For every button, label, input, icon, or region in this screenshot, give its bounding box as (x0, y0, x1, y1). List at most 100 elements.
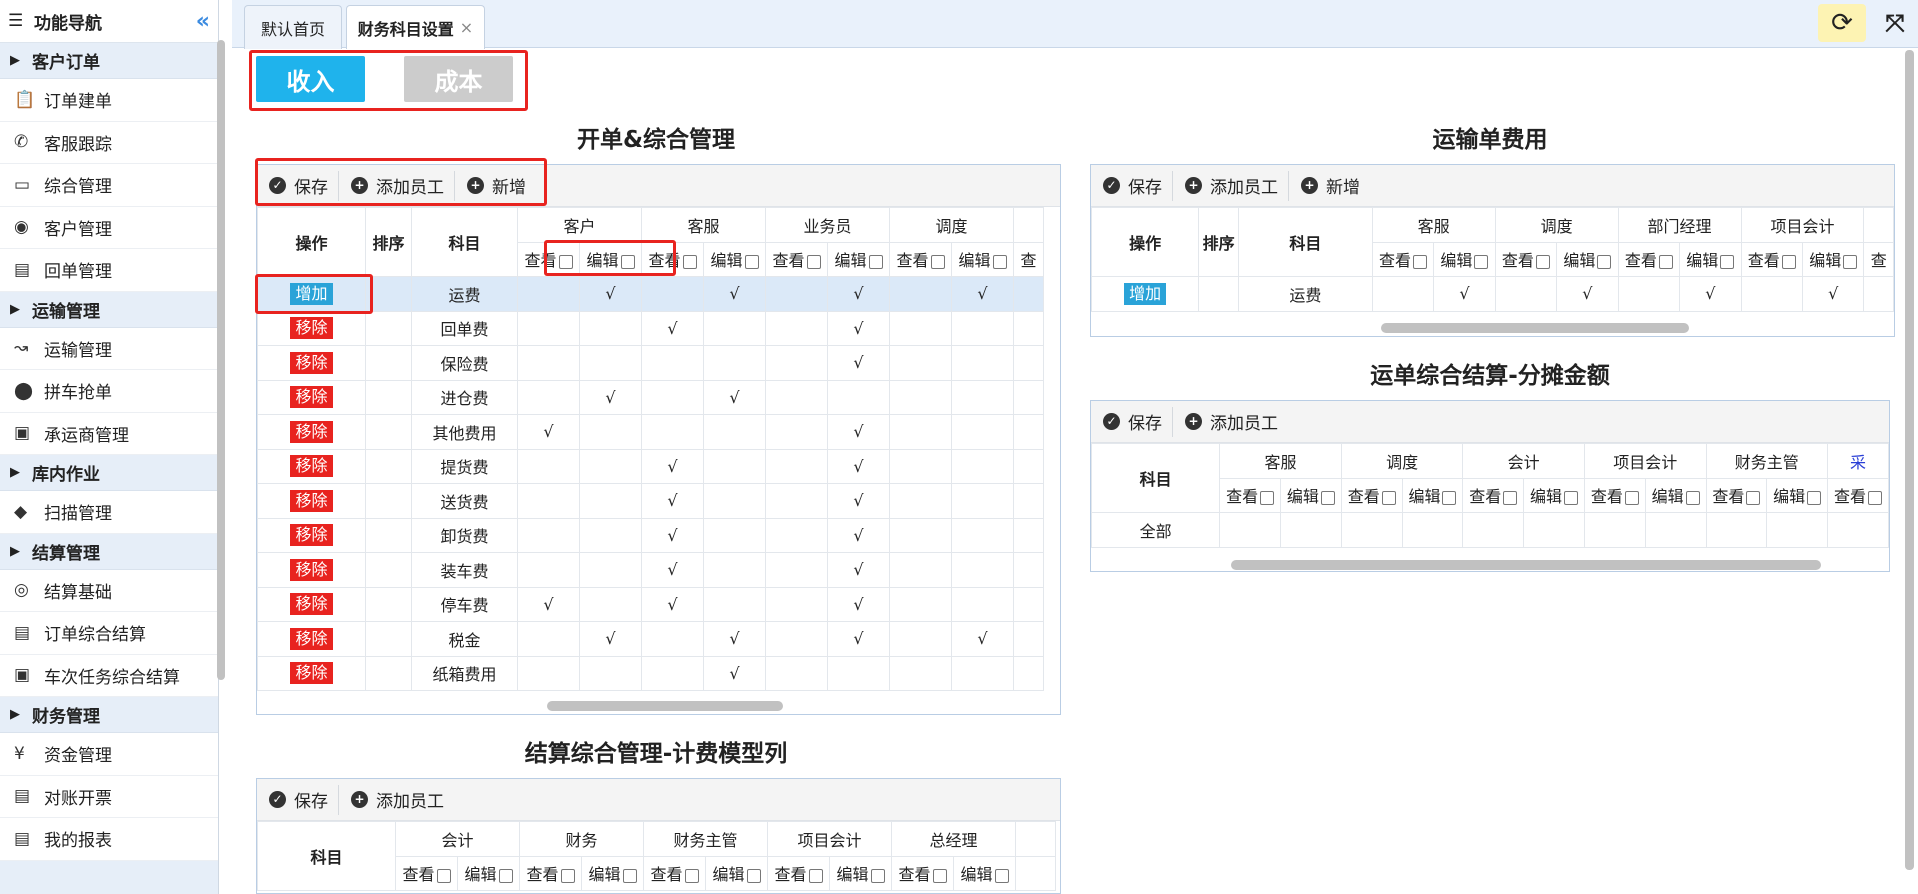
view-cell[interactable] (889, 517, 952, 553)
edit-cell[interactable] (1644, 512, 1707, 548)
view-cell[interactable] (1494, 276, 1558, 312)
table-row[interactable]: 增加 运费 √ √ √ √ (1091, 276, 1894, 312)
view-cell[interactable] (765, 345, 828, 381)
sidebar-item[interactable]: ▤ 回单管理 (0, 249, 218, 292)
sidebar-item[interactable]: ¥ 资金管理 (0, 733, 218, 776)
checkbox[interactable] (498, 868, 513, 883)
sidebar-item[interactable]: ▤ 对账开票 (0, 776, 218, 818)
table-row[interactable]: 移除 卸货费 √ √ (257, 517, 1044, 553)
remove-button[interactable]: 移除 (290, 351, 333, 374)
horizontal-scrollbar[interactable] (1231, 560, 1821, 570)
checkbox[interactable] (1746, 490, 1761, 505)
view-cell[interactable] (517, 448, 580, 484)
order-cell[interactable] (365, 621, 412, 657)
view-cell[interactable] (1371, 276, 1435, 312)
view-cell[interactable] (1219, 512, 1282, 548)
edit-cell[interactable]: √ (579, 276, 642, 312)
edit-cell[interactable] (703, 586, 766, 622)
view-cell[interactable]: √ (641, 310, 704, 346)
view-cell[interactable] (889, 655, 952, 691)
order-cell[interactable] (365, 586, 412, 622)
order-cell[interactable] (365, 414, 412, 450)
view-cell[interactable] (889, 345, 952, 381)
edit-cell[interactable] (827, 655, 890, 691)
view-cell[interactable] (641, 655, 704, 691)
view-cell[interactable] (765, 552, 828, 588)
add-button[interactable]: 增加 (1124, 282, 1167, 305)
sidebar-item[interactable]: ⬤ 拼车抢单 (0, 370, 218, 413)
edit-cell[interactable] (951, 379, 1014, 415)
main-scrollbar[interactable] (1905, 50, 1914, 870)
edit-cell[interactable]: √ (827, 517, 890, 553)
edit-cell[interactable]: √ (827, 414, 890, 450)
remove-button[interactable]: 移除 (290, 662, 333, 685)
checkbox[interactable] (808, 868, 823, 883)
view-cell[interactable] (765, 621, 828, 657)
edit-cell[interactable]: √ (703, 276, 766, 312)
save-button[interactable]: ✓ 保存 (267, 784, 339, 815)
table-row[interactable]: 移除 送货费 √ √ (257, 483, 1044, 519)
edit-cell[interactable] (703, 345, 766, 381)
checkbox[interactable] (1320, 490, 1335, 505)
edit-cell[interactable]: √ (703, 621, 766, 657)
remove-button[interactable]: 移除 (290, 558, 333, 581)
order-cell[interactable] (365, 552, 412, 588)
edit-cell[interactable]: √ (827, 310, 890, 346)
edit-cell[interactable] (827, 379, 890, 415)
sidebar-group[interactable]: ▶ 结算管理 (0, 533, 218, 570)
checkbox[interactable] (1535, 254, 1550, 269)
checkbox[interactable] (870, 868, 885, 883)
tab-finance-subject-settings[interactable]: 财务科目设置 × (346, 5, 485, 49)
view-cell[interactable]: √ (517, 586, 580, 622)
sidebar-item[interactable]: ◉ 客户管理 (0, 207, 218, 249)
checkbox[interactable] (994, 868, 1009, 883)
edit-cell[interactable]: √ (827, 345, 890, 381)
checkbox[interactable] (1720, 254, 1735, 269)
edit-cell[interactable]: √ (827, 448, 890, 484)
view-cell[interactable] (889, 483, 952, 519)
view-cell[interactable] (641, 621, 704, 657)
edit-cell[interactable] (579, 310, 642, 346)
horizontal-scrollbar[interactable] (1381, 323, 1689, 333)
view-cell[interactable] (765, 276, 828, 312)
sidebar-item[interactable]: ✆ 客服跟踪 (0, 122, 218, 164)
checkbox[interactable] (1503, 490, 1518, 505)
save-button[interactable]: ✓ 保存 (1101, 406, 1173, 437)
add-staff-button[interactable]: + 添加员工 (349, 785, 454, 815)
sidebar-item[interactable]: ▤ 我的报表 (0, 818, 218, 861)
view-cell[interactable]: √ (641, 483, 704, 519)
remove-button[interactable]: 移除 (290, 489, 333, 512)
remove-button[interactable]: 移除 (290, 386, 333, 409)
edit-cell[interactable] (703, 414, 766, 450)
edit-cell[interactable] (579, 586, 642, 622)
table-row[interactable]: 全部 (1091, 512, 1889, 548)
checkbox[interactable] (868, 254, 883, 269)
remove-button[interactable]: 移除 (290, 593, 333, 616)
view-cell[interactable] (1617, 276, 1681, 312)
edit-cell[interactable] (703, 310, 766, 346)
checkbox[interactable] (1658, 254, 1673, 269)
checkbox[interactable] (1781, 254, 1796, 269)
checkbox[interactable] (746, 868, 761, 883)
refresh-icon[interactable]: ⟳ (1818, 4, 1866, 42)
view-cell[interactable] (765, 586, 828, 622)
table-row[interactable]: 移除 装车费 √ √ (257, 552, 1044, 588)
checkbox[interactable] (560, 868, 575, 883)
checkbox[interactable] (1442, 490, 1457, 505)
table-row[interactable]: 移除 提货费 √ √ (257, 448, 1044, 484)
sidebar-group[interactable]: ▶ 客户订单 (0, 43, 218, 79)
edit-cell[interactable]: √ (1556, 276, 1619, 312)
edit-cell[interactable] (1280, 512, 1342, 548)
close-icon[interactable]: × (460, 18, 473, 37)
tab-default-home[interactable]: 默认首页 (244, 5, 342, 49)
remove-button[interactable]: 移除 (290, 524, 333, 547)
add-staff-button[interactable]: + 添加员工 (1183, 407, 1288, 437)
order-cell[interactable] (365, 655, 412, 691)
view-cell[interactable] (517, 552, 580, 588)
sidebar-group[interactable]: ▶ 运输管理 (0, 291, 218, 328)
checkbox[interactable] (806, 254, 821, 269)
edit-cell[interactable] (951, 517, 1014, 553)
checkbox[interactable] (1807, 490, 1822, 505)
edit-cell[interactable] (579, 517, 642, 553)
edit-cell[interactable] (703, 448, 766, 484)
